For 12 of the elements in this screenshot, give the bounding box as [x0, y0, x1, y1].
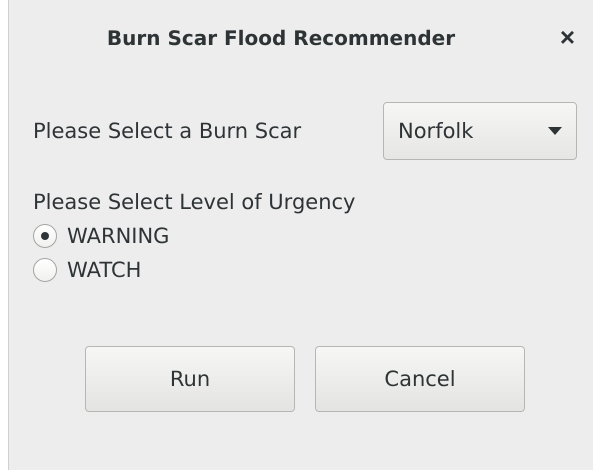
window-title: Burn Scar Flood Recommender — [106, 26, 456, 50]
close-button[interactable]: × — [556, 22, 579, 53]
caret-icon — [548, 127, 562, 135]
burn-scar-label: Please Select a Burn Scar — [33, 119, 302, 143]
run-button[interactable]: Run — [85, 346, 295, 412]
burn-scar-dropdown[interactable]: Norfolk — [383, 102, 577, 160]
radio-option[interactable]: WATCH — [33, 258, 577, 282]
cancel-button[interactable]: Cancel — [315, 346, 525, 412]
radio-button[interactable] — [33, 224, 57, 248]
radio-option[interactable]: WARNING — [33, 224, 577, 248]
radio-button[interactable] — [33, 258, 57, 282]
urgency-label: Please Select Level of Urgency — [33, 190, 356, 214]
